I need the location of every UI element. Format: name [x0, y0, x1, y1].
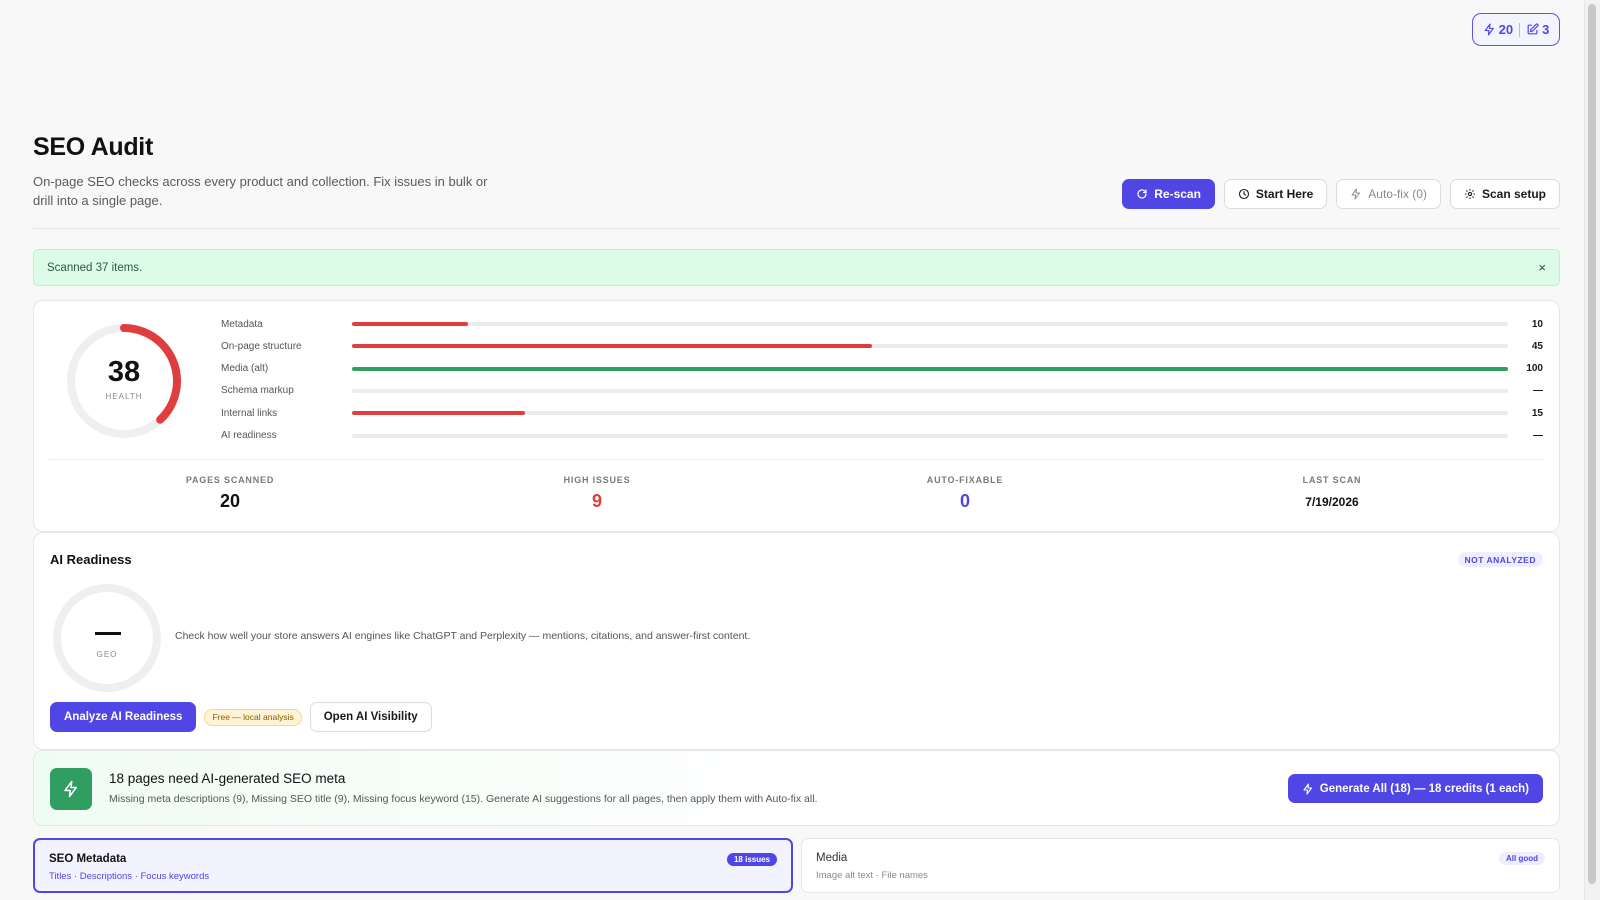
header-actions: Re-scan Start Here Auto-fix (0) Scan set… — [1122, 179, 1560, 209]
health-card: 38 HEALTH Metadata 10 On-page structure 45 M… — [33, 300, 1560, 532]
open-ai-visibility-button[interactable]: Open AI Visibility — [309, 702, 432, 732]
metric-bar-fill — [352, 366, 1508, 371]
scan-setup-button[interactable]: Scan setup — [1449, 179, 1560, 209]
meta-banner-title: 18 pages need AI-generated SEO meta — [109, 771, 346, 786]
page-header: SEO Audit On-page SEO checks across ever… — [33, 133, 1560, 210]
metric-bar-fill — [352, 322, 468, 326]
tab-subtitle: Image alt text · File names — [816, 870, 928, 881]
rescan-label: Re-scan — [1154, 187, 1201, 201]
ai-credits-count: 20 — [1498, 22, 1514, 37]
metric-bar-fill — [352, 411, 526, 416]
tab-subtitle: Titles · Descriptions · Focus keywords — [49, 871, 210, 882]
metric-row: Media (alt) 100 — [221, 362, 1543, 376]
stats-divider — [49, 459, 1544, 460]
tab-title: SEO Metadata — [49, 853, 127, 865]
ai-meta-banner: 18 pages need AI-generated SEO meta Miss… — [33, 750, 1560, 826]
header-divider — [33, 228, 1560, 229]
geo-value-dash — [95, 632, 121, 635]
issues-badge: 18 issues — [726, 853, 777, 866]
ai-readiness-card: AI Readiness NOT ANALYZED GEO Check how … — [33, 532, 1560, 750]
health-label: HEALTH — [105, 392, 143, 401]
metric-label: Media (alt) — [221, 363, 269, 375]
page-description: On-page SEO checks across every product … — [33, 174, 488, 208]
metric-value: 100 — [1526, 363, 1543, 375]
metric-bar-track — [352, 411, 1508, 416]
edit-icon — [1527, 23, 1539, 35]
metric-value: 45 — [1531, 340, 1543, 352]
metric-label: AI readiness — [221, 430, 277, 441]
metric-row: Internal links 15 — [221, 406, 1543, 420]
stat-label: HIGH ISSUES — [563, 475, 631, 485]
autofix-button[interactable]: Auto-fix (0) — [1336, 179, 1441, 209]
metric-value: 15 — [1531, 407, 1543, 419]
stat-item: LAST SCAN 7/19/2026 — [1182, 475, 1482, 509]
ai-readiness-title: AI Readiness — [50, 552, 132, 567]
metric-row: On-page structure 45 — [221, 339, 1543, 353]
tab-seo-metadata[interactable]: SEO Metadata Titles · Descriptions · Foc… — [33, 838, 793, 893]
bolt-icon — [1303, 782, 1312, 795]
start-here-label: Start Here — [1255, 187, 1314, 201]
metric-value: — — [1533, 385, 1543, 397]
status-badge: All good — [1499, 852, 1545, 865]
free-badge: Free — local analysis — [204, 708, 302, 726]
stat-label: PAGES SCANNED — [185, 475, 275, 485]
stat-value: 9 — [591, 491, 602, 511]
clock-icon — [1238, 188, 1249, 200]
stat-value: 0 — [959, 491, 970, 511]
credits-pill[interactable]: 20 3 — [1472, 13, 1560, 46]
metric-bar-track — [352, 344, 1508, 349]
geo-label: GEO — [96, 650, 118, 659]
metric-label: Schema markup — [221, 385, 294, 397]
health-gauge: 38 HEALTH — [65, 322, 183, 440]
ai-readiness-actions: Analyze AI Readiness Free — local analys… — [50, 702, 432, 732]
metric-row: Metadata 10 — [221, 317, 1543, 331]
ai-readiness-description: Check how well your store answers AI eng… — [175, 630, 751, 642]
page-scrollbar[interactable] — [1584, 0, 1600, 900]
metric-value: 10 — [1531, 318, 1543, 330]
success-alert: Scanned 37 items. × — [33, 249, 1560, 286]
close-icon[interactable]: × — [1538, 260, 1546, 275]
generate-all-button[interactable]: Generate All (18) — 18 credits (1 each) — [1287, 774, 1543, 803]
stat-value: 7/19/2026 — [1305, 495, 1359, 509]
generate-all-label: Generate All (18) — 18 credits (1 each) — [1319, 782, 1529, 795]
tab-media[interactable]: Media Image alt text · File names All go… — [801, 838, 1560, 893]
metric-bar-track — [352, 388, 1508, 393]
tab-title: Media — [816, 852, 848, 864]
credits-separator — [1519, 22, 1521, 37]
edits-count: 3 — [1542, 22, 1550, 37]
scrollbar-thumb[interactable] — [1588, 4, 1596, 884]
alert-message: Scanned 37 items. — [47, 261, 143, 274]
stat-item: PAGES SCANNED 20 — [80, 475, 380, 512]
metric-bar-track — [352, 433, 1508, 438]
autofix-label: Auto-fix (0) — [1368, 187, 1427, 201]
bolt-icon — [1351, 188, 1361, 200]
gear-icon — [1464, 189, 1475, 199]
bolt-icon — [50, 768, 92, 810]
metric-label: Metadata — [221, 318, 263, 330]
metric-row: AI readiness — — [221, 429, 1543, 443]
metric-label: Internal links — [221, 407, 278, 419]
metric-row: Schema markup — — [221, 384, 1543, 398]
metric-bar-track — [352, 322, 1508, 326]
metric-label: On-page structure — [221, 340, 302, 352]
stat-label: AUTO-FIXABLE — [926, 475, 1004, 485]
rescan-button[interactable]: Re-scan — [1122, 179, 1215, 209]
status-badge: NOT ANALYZED — [1457, 552, 1543, 567]
analyze-ai-readiness-button[interactable]: Analyze AI Readiness — [50, 702, 197, 732]
refresh-icon — [1137, 189, 1147, 199]
stat-label: LAST SCAN — [1302, 475, 1362, 485]
bolt-icon — [1484, 23, 1494, 36]
stat-value: 20 — [219, 491, 241, 511]
health-score: 38 — [107, 356, 141, 388]
page-title: SEO Audit — [33, 133, 153, 161]
metric-bar-track — [352, 366, 1508, 371]
scan-setup-label: Scan setup — [1481, 187, 1546, 201]
metric-bar-fill — [352, 344, 873, 349]
metric-value: — — [1533, 430, 1543, 441]
meta-banner-subtitle: Missing meta descriptions (9), Missing S… — [109, 793, 818, 805]
stat-item: HIGH ISSUES 9 — [447, 475, 747, 512]
stat-item: AUTO-FIXABLE 0 — [815, 475, 1115, 512]
start-here-button[interactable]: Start Here — [1223, 179, 1328, 209]
geo-gauge: GEO — [53, 584, 161, 692]
